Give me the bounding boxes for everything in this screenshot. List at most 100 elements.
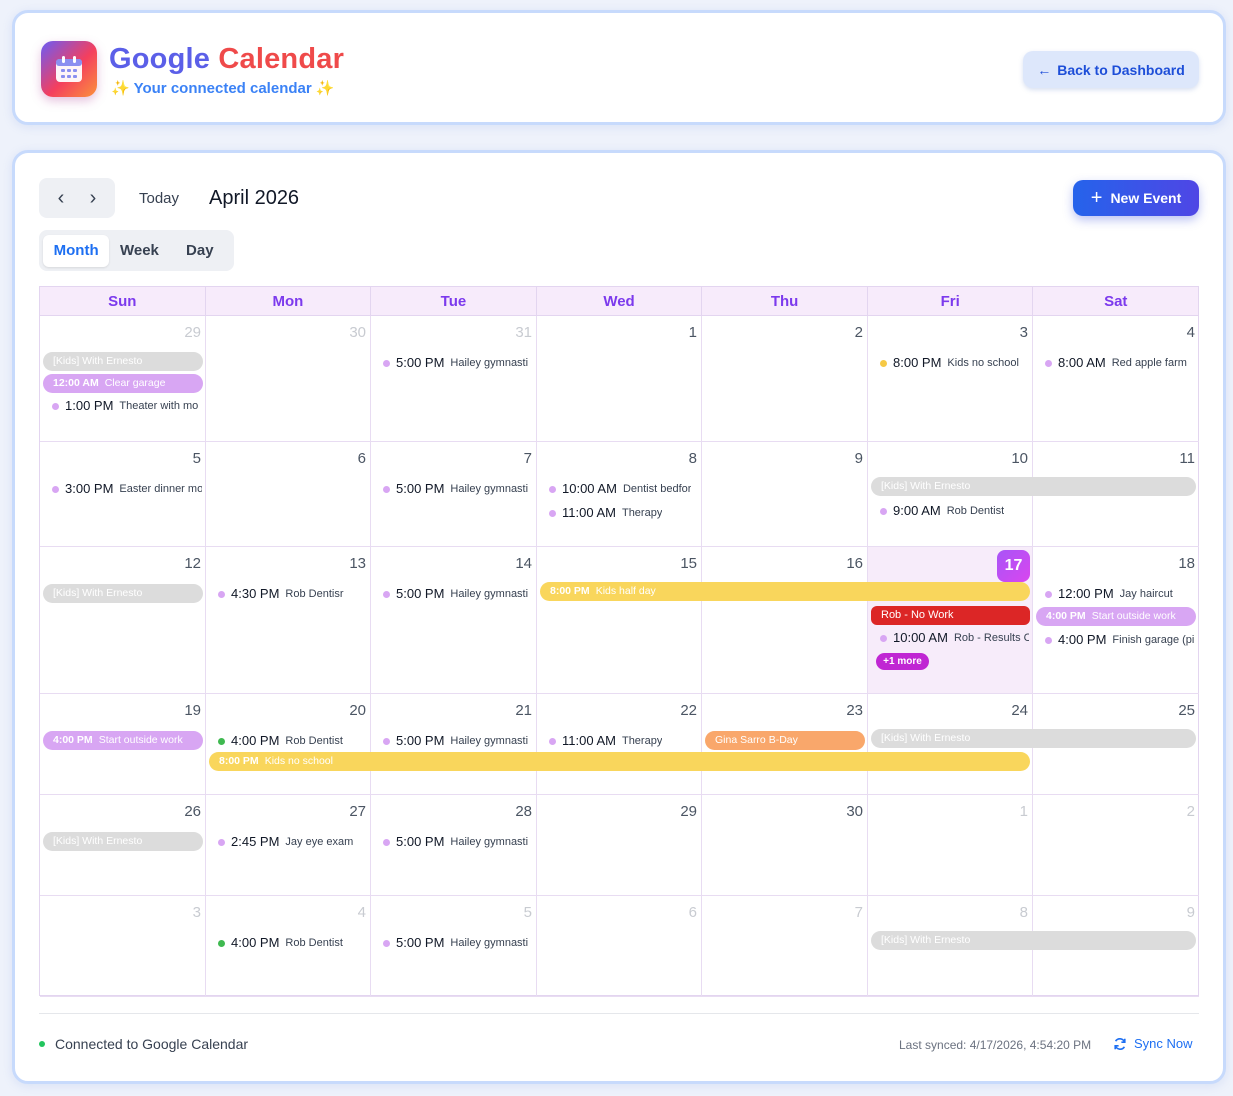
event-bar[interactable]: Gina Sarro B-Day	[705, 731, 865, 750]
event-bar[interactable]: [Kids] With Ernesto	[871, 729, 1196, 748]
day-cell[interactable]: 15	[537, 547, 702, 694]
event-bar[interactable]: 8:00 PM Kids no school	[209, 752, 1030, 771]
event-item[interactable]: 4:00 PM Rob Dentist	[218, 933, 367, 953]
event-item[interactable]: 12:00 PM Jay haircut	[1045, 584, 1195, 604]
back-to-dashboard-button[interactable]: ← Back to Dashboard	[1023, 51, 1199, 88]
day-cell[interactable]: 14	[371, 547, 537, 694]
event-bar[interactable]: 12:00 AM Clear garage	[43, 374, 203, 393]
month-label: April 2026	[209, 187, 300, 209]
day-cell[interactable]: 12	[40, 547, 206, 694]
event-item[interactable]: 10:00 AM Dentist bedfor	[549, 479, 698, 499]
day-cell[interactable]: 6	[537, 896, 702, 997]
event-bar[interactable]: [Kids] With Ernesto	[43, 352, 203, 371]
event-title: [Kids] With Ernesto	[881, 934, 971, 946]
day-cell[interactable]: 3	[40, 896, 206, 997]
event-time: 4:00 PM	[1046, 610, 1086, 622]
day-cell[interactable]: 2	[702, 316, 868, 442]
day-cell[interactable]: 9	[702, 442, 868, 547]
day-cell[interactable]: 3	[868, 316, 1033, 442]
event-time: 5:00 PM	[396, 733, 445, 748]
calendar-card: ‹ › Today April 2026 + New Event Month W…	[12, 150, 1226, 1084]
event-item[interactable]: 3:00 PM Easter dinner mo	[52, 479, 202, 499]
event-item[interactable]: 11:00 AM Therapy	[549, 731, 698, 751]
day-cell[interactable]: 7	[702, 896, 868, 997]
event-item[interactable]: 11:00 AM Therapy	[549, 503, 698, 523]
day-cell[interactable]: 30	[206, 316, 371, 442]
event-title: Jay eye exam	[285, 836, 354, 848]
day-cell[interactable]: 1	[537, 316, 702, 442]
event-item[interactable]: 1:00 PM Theater with mo	[52, 396, 202, 416]
event-item[interactable]: 9:00 AM Rob Dentist	[880, 501, 1029, 521]
event-title: Rob - Results C	[953, 632, 1029, 644]
day-cell[interactable]: 29	[537, 795, 702, 896]
event-dot-icon	[549, 509, 556, 517]
day-cell[interactable]: 4	[1033, 316, 1199, 442]
event-item[interactable]: 8:00 PM Kids no school	[880, 353, 1029, 373]
event-bar[interactable]: 4:00 PM Start outside work	[43, 731, 203, 750]
event-item[interactable]: 5:00 PM Hailey gymnasti	[383, 933, 533, 953]
view-day-button[interactable]: Day	[170, 242, 230, 259]
day-cell[interactable]: 1	[868, 795, 1033, 896]
event-title: Jay haircut	[1119, 588, 1173, 600]
view-switcher: Month Week Day	[39, 230, 234, 271]
event-title: Easter dinner mo	[119, 483, 202, 495]
event-item[interactable]: 5:00 PM Hailey gymnasti	[383, 731, 533, 751]
day-number: 10	[1011, 450, 1028, 467]
day-number: 6	[688, 904, 697, 921]
day-cell[interactable]: 2	[1033, 795, 1199, 896]
event-dot-icon	[383, 485, 390, 493]
event-bar[interactable]: 8:00 PM Kids half day	[540, 582, 1030, 601]
event-title: Hailey gymnasti	[450, 937, 529, 949]
day-cell[interactable]: 31	[371, 316, 537, 442]
day-number: 2	[854, 324, 863, 341]
event-dot-icon	[52, 402, 59, 410]
event-dot-icon	[880, 359, 887, 367]
event-bar[interactable]: [Kids] With Ernesto	[871, 477, 1196, 496]
new-event-label: New Event	[1110, 190, 1182, 206]
event-item[interactable]: 5:00 PM Hailey gymnasti	[383, 353, 533, 373]
status-dot-icon	[39, 1041, 45, 1047]
event-item[interactable]: 5:00 PM Hailey gymnasti	[383, 584, 533, 604]
weekday-fri: Fri	[867, 287, 1034, 316]
day-cell[interactable]: 6	[206, 442, 371, 547]
event-item[interactable]: 10:00 AM Rob - Results C	[880, 628, 1029, 648]
event-bar[interactable]: [Kids] With Ernesto	[43, 584, 203, 603]
day-cell[interactable]: 30	[702, 795, 868, 896]
event-item[interactable]: 4:00 PM Finish garage (pi	[1045, 630, 1195, 650]
event-item[interactable]: 5:00 PM Hailey gymnasti	[383, 832, 533, 852]
event-dot-icon	[880, 507, 887, 515]
event-item[interactable]: 4:00 PM Rob Dentist	[218, 731, 367, 751]
event-time: 11:00 AM	[562, 505, 616, 520]
event-title: Dentist bedfor	[622, 483, 692, 495]
today-button[interactable]: Today	[139, 190, 179, 207]
event-bar[interactable]: [Kids] With Ernesto	[43, 832, 203, 851]
event-item[interactable]: 5:00 PM Hailey gymnasti	[383, 479, 533, 499]
day-number: 22	[680, 702, 697, 719]
event-title: Hailey gymnasti	[450, 735, 529, 747]
event-item[interactable]: 8:00 AM Red apple farm	[1045, 353, 1195, 373]
day-cell[interactable]: 16	[702, 547, 868, 694]
event-time: 4:00 PM	[231, 935, 280, 950]
sync-now-button[interactable]: Sync Now	[1113, 1036, 1193, 1051]
view-month-button[interactable]: Month	[43, 234, 110, 267]
day-number: 12	[184, 555, 201, 572]
more-events-badge[interactable]: +1 more	[876, 653, 929, 670]
event-bar[interactable]: 4:00 PM Start outside work	[1036, 607, 1196, 626]
new-event-button[interactable]: + New Event	[1073, 180, 1199, 216]
chevron-left-icon[interactable]: ‹	[49, 187, 73, 210]
day-cell[interactable]: 13	[206, 547, 371, 694]
event-item[interactable]: 2:45 PM Jay eye exam	[218, 832, 367, 852]
event-title: Kids no school	[264, 755, 333, 767]
event-dot-icon	[1045, 636, 1052, 644]
chevron-right-icon[interactable]: ›	[81, 187, 105, 210]
event-dot-icon	[549, 485, 556, 493]
event-bar[interactable]: Rob - No Work	[871, 606, 1030, 625]
event-time: 5:00 PM	[396, 586, 445, 601]
event-bar[interactable]: [Kids] With Ernesto	[871, 931, 1196, 950]
event-dot-icon	[1045, 359, 1052, 367]
event-title: Hailey gymnasti	[450, 836, 529, 848]
view-week-button[interactable]: Week	[109, 242, 169, 259]
event-item[interactable]: 4:30 PM Rob Dentisr	[218, 584, 367, 604]
event-title: Rob Dentist	[946, 505, 1005, 517]
event-title: [Kids] With Ernesto	[53, 355, 143, 367]
